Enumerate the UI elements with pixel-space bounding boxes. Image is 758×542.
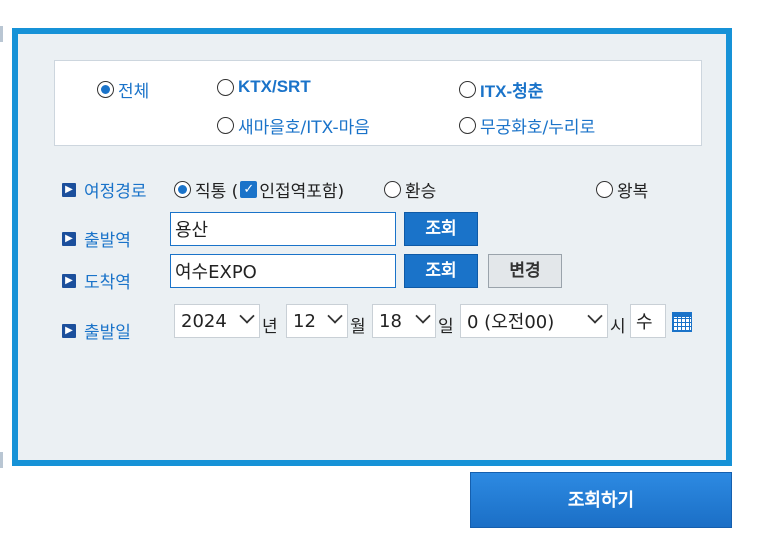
hour-unit: 시 — [610, 317, 626, 337]
weekday-display: 수 — [630, 304, 666, 338]
arrow-right-icon: ▶ — [62, 231, 76, 246]
year-unit: 년 — [262, 317, 278, 337]
arrival-label-text: 도착역 — [84, 273, 131, 293]
route-direct-label: 직통 ( — [195, 182, 239, 202]
chevron-down-icon — [415, 308, 431, 324]
search-panel: 전체 KTX/SRT ITX-청춘 새마을호/ITX-마음 무궁화호/누리로 ▶… — [12, 28, 732, 466]
search-trains-button[interactable]: 조회하기 — [470, 472, 732, 528]
hour-value: 0 (오전00) — [467, 312, 555, 333]
route-transfer[interactable]: 환승 — [384, 177, 436, 202]
radio-icon[interactable] — [384, 181, 401, 198]
date-label: ▶ 출발일 — [62, 318, 131, 343]
year-value: 2024 — [181, 310, 227, 332]
checkbox-checked-icon[interactable]: ✓ — [240, 181, 258, 198]
train-type-box: 전체 KTX/SRT ITX-청춘 새마을호/ITX-마음 무궁화호/누리로 — [54, 60, 702, 146]
month-select[interactable]: 12 — [286, 304, 348, 338]
left-edge-mark — [0, 452, 3, 468]
train-type-ktx-srt[interactable]: KTX/SRT — [217, 77, 311, 97]
train-type-itx-cheongchun[interactable]: ITX-청춘 — [459, 77, 543, 102]
arrival-input[interactable]: 여수EXPO — [170, 254, 396, 288]
train-type-label: 무궁화호/누리로 — [480, 118, 596, 138]
radio-icon[interactable] — [459, 117, 476, 134]
year-select[interactable]: 2024 — [174, 304, 260, 338]
train-type-all[interactable]: 전체 — [97, 77, 149, 102]
arrival-label: ▶ 도착역 — [62, 268, 131, 293]
hour-select[interactable]: 0 (오전00) — [460, 304, 608, 338]
swap-stations-button[interactable]: 변경 — [488, 254, 562, 288]
arrow-right-icon: ▶ — [62, 273, 76, 288]
train-type-label: KTX/SRT — [238, 77, 311, 96]
chevron-down-icon — [239, 308, 255, 324]
radio-icon[interactable] — [217, 78, 234, 96]
month-unit: 월 — [350, 317, 366, 337]
departure-label: ▶ 출발역 — [62, 226, 131, 251]
radio-icon[interactable] — [596, 181, 613, 198]
route-label-text: 여정경로 — [84, 182, 147, 202]
train-type-label: 새마을호/ITX-마음 — [238, 118, 370, 138]
chevron-down-icon — [327, 308, 343, 324]
departure-label-text: 출발역 — [84, 231, 131, 251]
train-type-label: ITX-청춘 — [480, 82, 544, 101]
radio-selected-icon[interactable] — [97, 81, 114, 98]
train-type-saemaeul[interactable]: 새마을호/ITX-마음 — [217, 113, 370, 138]
departure-input[interactable]: 용산 — [170, 212, 396, 246]
radio-icon[interactable] — [459, 81, 476, 98]
day-select[interactable]: 18 — [372, 304, 436, 338]
train-type-mugunghwa[interactable]: 무궁화호/누리로 — [459, 113, 595, 138]
arrival-search-button[interactable]: 조회 — [404, 254, 478, 288]
route-label: ▶ 여정경로 — [62, 177, 147, 202]
chevron-down-icon — [587, 308, 603, 324]
left-edge-mark — [0, 26, 3, 42]
radio-icon[interactable] — [217, 117, 234, 134]
day-unit: 일 — [438, 317, 454, 337]
date-label-text: 출발일 — [84, 323, 131, 343]
arrow-right-icon: ▶ — [62, 182, 76, 197]
calendar-icon[interactable] — [672, 312, 692, 332]
route-nearby-label: 인접역포함) — [259, 182, 345, 202]
route-roundtrip-label: 왕복 — [617, 182, 649, 202]
route-roundtrip[interactable]: 왕복 — [596, 177, 648, 202]
month-value: 12 — [293, 310, 316, 332]
route-direct[interactable]: 직통 ( ✓ 인접역포함) — [174, 177, 344, 202]
radio-selected-icon[interactable] — [174, 181, 191, 198]
route-transfer-label: 환승 — [405, 182, 437, 202]
arrow-right-icon: ▶ — [62, 323, 76, 338]
train-type-label: 전체 — [118, 82, 150, 102]
weekday-value: 수 — [636, 312, 653, 333]
day-value: 18 — [379, 310, 402, 332]
departure-search-button[interactable]: 조회 — [404, 212, 478, 246]
